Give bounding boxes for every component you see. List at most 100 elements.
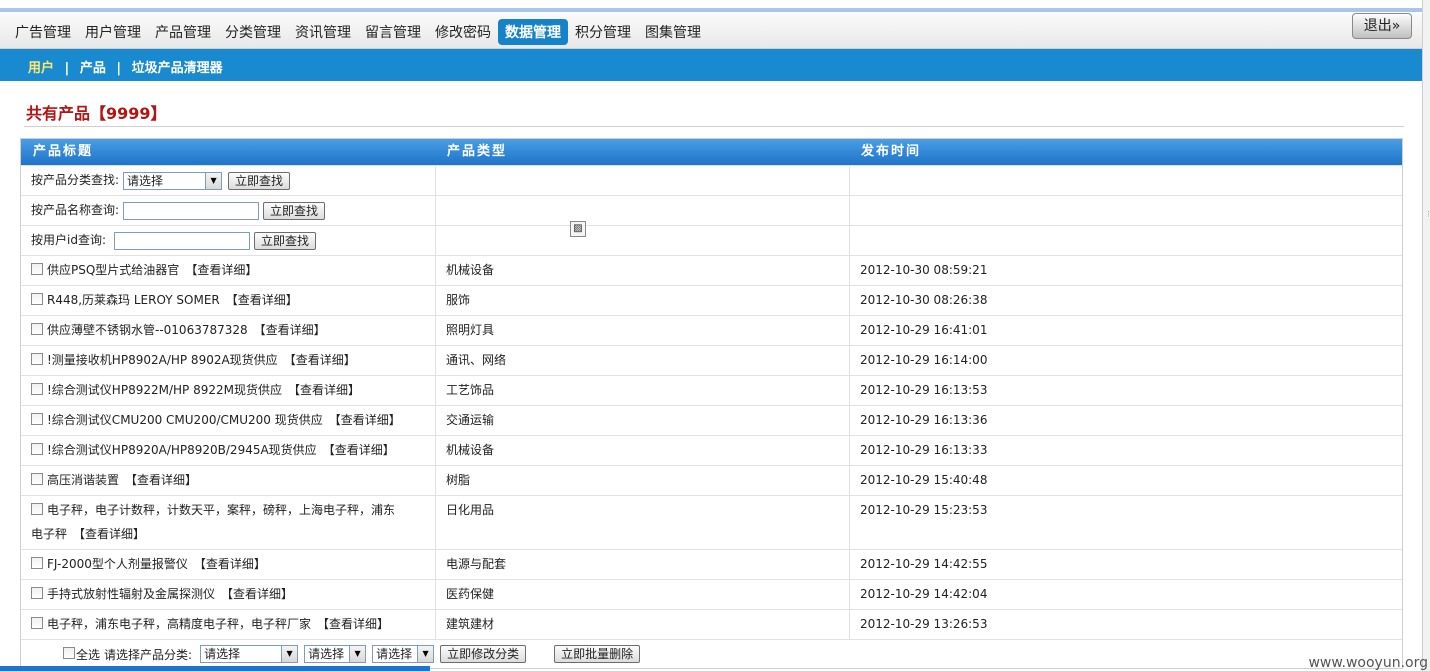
product-type: 工艺饰品 (435, 376, 849, 405)
category-select-level2[interactable]: 请选择 ▼ (304, 645, 367, 663)
table-row: !综合测试仪HP8922M/HP 8922M现货供应 【查看详细】 工艺饰品 20… (21, 375, 1402, 405)
view-detail-link[interactable]: 【查看详细】 (226, 293, 298, 307)
sub-nav-bar: 用户 | 产品 | 垃圾产品清理器 (0, 49, 1422, 81)
row-checkbox[interactable] (31, 442, 43, 455)
category-select-level3[interactable]: 请选择 ▼ (372, 645, 435, 663)
table-row: 电子秤，电子计数秤，计数天平，案秤，磅秤，上海电子秤，浦东 电子秤 【查看详细】 日… (21, 495, 1402, 549)
product-title: 高压消谐装置 (47, 473, 120, 487)
chevron-down-icon: ▼ (281, 646, 298, 662)
product-title: !综合测试仪HP8922M/HP 8922M现货供应 (47, 383, 282, 397)
select-all-checkbox[interactable] (63, 647, 75, 659)
watermark: www.wooyun.org (1308, 655, 1428, 671)
search-name-button[interactable]: 立即查找 (263, 201, 326, 220)
row-checkbox[interactable] (31, 262, 43, 275)
row-checkbox[interactable] (31, 556, 43, 569)
product-type: 树脂 (435, 466, 849, 495)
search-userid-label: 按用户id查询: (31, 233, 106, 247)
view-detail-link[interactable]: 【查看详细】 (317, 617, 389, 631)
menu-item-products[interactable]: 产品管理 (148, 19, 218, 45)
product-type: 交通运输 (435, 406, 849, 435)
table-row: 供应薄壁不锈钢水管--01063787328 【查看详细】 照明灯具 2012-1… (21, 315, 1402, 345)
view-detail-link[interactable]: 【查看详细】 (284, 353, 356, 367)
choose-category-label: 请选择产品分类: (104, 647, 193, 662)
category-select[interactable]: 请选择 ▼ (123, 171, 223, 190)
publish-time: 2012-10-29 14:42:55 (849, 550, 1402, 579)
search-category-label: 按产品分类查找: (31, 173, 120, 187)
publish-time: 2012-10-29 14:42:04 (849, 580, 1402, 609)
header-product-title: 产品标题 (33, 144, 94, 159)
row-checkbox[interactable] (31, 382, 43, 395)
menu-item-data-management[interactable]: 数据管理 (498, 19, 568, 45)
floating-image-icon: ▨ (570, 221, 586, 237)
publish-time: 2012-10-29 16:13:53 (849, 376, 1402, 405)
row-checkbox[interactable] (31, 616, 43, 629)
product-title: 手持式放射性辐射及金属探测仪 (47, 587, 216, 601)
subnav-products-link[interactable]: 产品 (74, 61, 112, 76)
product-type: 通讯、网络 (435, 346, 849, 375)
publish-time: 2012-10-29 13:26:53 (849, 610, 1402, 639)
product-name-input[interactable] (123, 201, 260, 220)
menu-item-categories[interactable]: 分类管理 (218, 19, 288, 45)
product-title: 电子秤，浦东电子秤，高精度电子秤，电子秤厂家 (47, 617, 312, 631)
view-detail-link[interactable]: 【查看详细】 (329, 413, 401, 427)
menu-item-users[interactable]: 用户管理 (78, 19, 148, 45)
user-id-input[interactable] (114, 231, 250, 250)
table-row: !测量接收机HP8902A/HP 8902A现货供应 【查看详细】 通讯、网络 2… (21, 345, 1402, 375)
row-checkbox[interactable] (31, 412, 43, 425)
menu-item-points[interactable]: 积分管理 (568, 19, 638, 45)
row-checkbox[interactable] (31, 322, 43, 335)
subnav-spam-cleaner-link[interactable]: 垃圾产品清理器 (126, 61, 229, 76)
menu-item-change-password[interactable]: 修改密码 (428, 19, 498, 45)
table-row: R448,历莱森玛 LEROY SOMER 【查看详细】 服饰 2012-10-3… (21, 285, 1402, 315)
logout-button[interactable]: 退出» (1352, 13, 1412, 39)
batch-delete-button[interactable]: 立即批量删除 (554, 645, 641, 663)
row-checkbox[interactable] (31, 586, 43, 599)
row-checkbox[interactable] (31, 502, 43, 515)
row-checkbox[interactable] (31, 352, 43, 365)
view-detail-link[interactable]: 【查看详细】 (254, 323, 326, 337)
table-header: 产品标题 产品类型 发布时间 (21, 139, 1402, 165)
main-menu-bar: 广告管理 用户管理 产品管理 分类管理 资讯管理 留言管理 修改密码 数据管理 … (0, 12, 1422, 49)
table-row: 手持式放射性辐射及金属探测仪 【查看详细】 医药保健 2012-10-29 14:… (21, 579, 1402, 609)
table-row: 高压消谐装置 【查看详细】 树脂 2012-10-29 15:40:48 (21, 465, 1402, 495)
view-detail-link[interactable]: 【查看详细】 (323, 443, 395, 457)
title-divider (24, 126, 1404, 127)
chevron-down-icon: ▼ (349, 646, 366, 662)
subnav-users-link[interactable]: 用户 (22, 61, 60, 76)
menu-item-messages[interactable]: 留言管理 (358, 19, 428, 45)
chevron-down-icon: ▼ (417, 646, 434, 662)
table-row: 供应PSQ型片式给油器官 【查看详细】 机械设备 2012-10-30 08:59… (21, 255, 1402, 285)
view-detail-link[interactable]: 【查看详细】 (125, 473, 197, 487)
header-publish-time: 发布时间 (861, 144, 922, 159)
view-detail-link[interactable]: 【查看详细】 (73, 527, 145, 541)
window-scrollbar[interactable]: ⋮ (1422, 0, 1430, 671)
bottom-band (0, 666, 430, 671)
view-detail-link[interactable]: 【查看详细】 (185, 263, 257, 277)
product-type: 机械设备 (435, 256, 849, 285)
header-product-type: 产品类型 (447, 144, 508, 159)
publish-time: 2012-10-29 16:13:36 (849, 406, 1402, 435)
category-select-level1[interactable]: 请选择 ▼ (200, 645, 299, 663)
product-type: 机械设备 (435, 436, 849, 465)
modify-category-button[interactable]: 立即修改分类 (440, 645, 527, 663)
publish-time: 2012-10-29 16:14:00 (849, 346, 1402, 375)
menu-item-gallery[interactable]: 图集管理 (638, 19, 708, 45)
product-title: !综合测试仪HP8920A/HP8920B/2945A现货供应 (47, 443, 317, 457)
view-detail-link[interactable]: 【查看详细】 (288, 383, 360, 397)
publish-time: 2012-10-29 16:13:33 (849, 436, 1402, 465)
search-userid-button[interactable]: 立即查找 (254, 231, 317, 250)
top-strip (0, 0, 1430, 12)
search-category-button[interactable]: 立即查找 (228, 171, 291, 190)
row-checkbox[interactable] (31, 472, 43, 485)
grip-icon: ⋮ (1425, 210, 1430, 218)
table-row: FJ-2000型个人剂量报警仪 【查看详细】 电源与配套 2012-10-29 1… (21, 549, 1402, 579)
page-title: 共有产品【9999】 (26, 104, 167, 123)
publish-time: 2012-10-30 08:59:21 (849, 256, 1402, 285)
product-title: R448,历莱森玛 LEROY SOMER (47, 293, 220, 307)
row-checkbox[interactable] (31, 292, 43, 305)
view-detail-link[interactable]: 【查看详细】 (221, 587, 293, 601)
select-all-label: 全选 (76, 647, 101, 662)
view-detail-link[interactable]: 【查看详细】 (194, 557, 266, 571)
menu-item-news[interactable]: 资讯管理 (288, 19, 358, 45)
menu-item-ads[interactable]: 广告管理 (8, 19, 78, 45)
